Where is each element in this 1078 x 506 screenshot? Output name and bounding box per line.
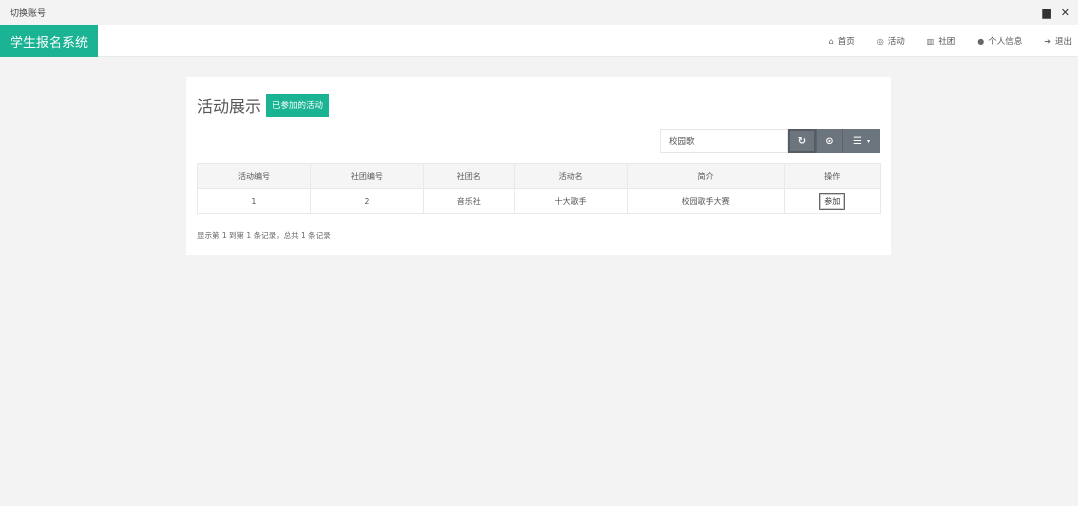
nav-links: ⌂ 首页 ◎ 活动 ▥ 社团 ● 个人信息 ➔ 退出 [807,25,1072,57]
table-toolbar: ↻ ⊙ ☰ ▾ [660,129,880,153]
joined-activities-button[interactable]: 已参加的活动 [266,93,330,117]
pagination-info: 显示第 1 到第 1 条记录，总共 1 条记录 [197,231,331,240]
nav-profile[interactable]: ● 个人信息 [977,35,1023,48]
page-title: 活动展示 [197,97,262,116]
nav-home[interactable]: ⌂ 首页 [828,35,855,48]
toggle-icon: ⊙ [825,135,834,147]
cell-activity-name: 十大歌手 [513,188,628,214]
restore-window-icon[interactable]: ▆ [1042,7,1050,18]
cell-activity-id: 1 [197,188,311,214]
sign-out-icon: ➔ [1044,36,1051,46]
caret-down-icon: ▾ [866,137,870,145]
refresh-icon: ↻ [797,135,807,147]
nav-logout[interactable]: ➔ 退出 [1044,35,1072,48]
brand-logo[interactable]: 学生报名系统 [0,25,98,57]
nav-profile-label: 个人信息 [988,37,1023,47]
top-navbar: 学生报名系统 ⌂ 首页 ◎ 活动 ▥ 社团 ● 个人信息 ➔ 退出 [0,25,1078,57]
close-window-icon[interactable]: ✕ [1061,7,1070,18]
activity-panel: 活动展示 已参加的活动 ↻ ⊙ ☰ ▾ 活动编号 社团编号 社团名 活动名 简介 [186,77,891,255]
cell-club-name: 音乐社 [422,188,515,214]
column-header[interactable]: 社团名 [422,163,515,189]
panel-header: 活动展示 已参加的活动 [197,93,330,117]
cell-intro: 校园歌手大赛 [626,188,785,214]
cell-club-id: 2 [309,188,424,214]
toggle-view-button[interactable]: ⊙ [816,129,842,153]
nav-activity[interactable]: ◎ 活动 [876,35,905,48]
table-row: 1 2 音乐社 十大歌手 校园歌手大赛 参加 [197,188,882,214]
cell-action: 参加 [783,188,882,214]
column-header[interactable]: 社团编号 [309,163,424,189]
refresh-button[interactable]: ↻ [788,129,816,153]
columns-icon: ☰ [853,135,862,147]
column-header[interactable]: 简介 [626,163,785,189]
nav-club[interactable]: ▥ 社团 [926,35,956,48]
activity-table: 活动编号 社团编号 社团名 活动名 简介 操作 1 2 音乐社 十大歌手 校园歌… [197,163,882,214]
column-header[interactable]: 操作 [783,163,882,189]
join-button[interactable]: 参加 [819,192,846,210]
nav-activity-label: 活动 [887,37,905,47]
nav-club-label: 社团 [938,37,956,47]
nav-logout-label: 退出 [1054,37,1072,47]
column-header[interactable]: 活动编号 [197,163,311,189]
user-icon: ● [977,36,985,46]
search-input[interactable] [660,129,788,153]
window-controls: ▆ ✕ [1042,7,1070,18]
bar-chart-icon: ▥ [926,36,935,46]
window-titlebar: 切换账号 ▆ ✕ [0,0,1078,25]
switch-account-link[interactable]: 切换账号 [10,6,46,19]
toolbar-button-group: ↻ ⊙ ☰ ▾ [788,129,880,153]
circle-icon: ◎ [876,36,884,46]
columns-dropdown-button[interactable]: ☰ ▾ [842,129,880,153]
column-header[interactable]: 活动名 [513,163,628,189]
nav-home-label: 首页 [837,37,855,47]
home-icon: ⌂ [828,36,834,46]
table-header-row: 活动编号 社团编号 社团名 活动名 简介 操作 [197,163,882,189]
